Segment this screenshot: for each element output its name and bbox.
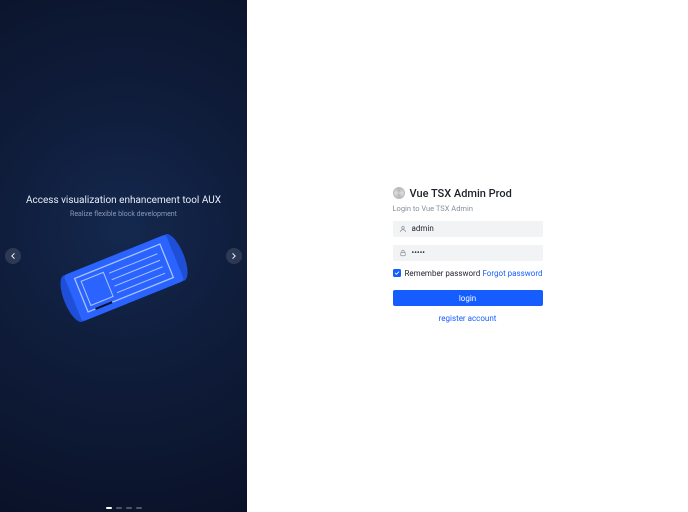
chevron-right-icon — [230, 252, 238, 260]
carousel-dot[interactable] — [126, 507, 132, 509]
login-button[interactable]: login — [393, 290, 543, 306]
carousel-prev-button[interactable] — [5, 248, 21, 264]
password-field[interactable] — [393, 245, 543, 261]
login-subtitle: Login to Vue TSX Admin — [393, 204, 543, 213]
password-input[interactable] — [407, 248, 537, 257]
carousel-dot[interactable] — [136, 507, 142, 509]
check-icon — [394, 270, 400, 276]
app-logo-icon — [393, 187, 405, 199]
blueprint-illustration — [54, 228, 194, 328]
carousel-title: Access visualization enhancement tool AU… — [10, 195, 237, 206]
username-field[interactable] — [393, 221, 543, 237]
carousel-dots — [0, 507, 247, 509]
user-icon — [399, 225, 407, 233]
forgot-password-link[interactable]: Forgot password — [482, 269, 542, 278]
register-account-button[interactable]: register account — [393, 314, 543, 323]
app-title: Vue TSX Admin Prod — [410, 187, 512, 200]
remember-password-checkbox[interactable]: Remember password — [393, 269, 481, 278]
carousel-dot[interactable] — [116, 507, 122, 509]
remember-password-label: Remember password — [405, 269, 481, 278]
carousel-dot[interactable] — [106, 507, 112, 509]
lock-icon — [399, 249, 407, 257]
username-input[interactable] — [407, 224, 537, 233]
carousel-next-button[interactable] — [226, 248, 242, 264]
carousel-subtitle: Realize flexible block development — [10, 210, 237, 218]
chevron-left-icon — [9, 252, 17, 260]
